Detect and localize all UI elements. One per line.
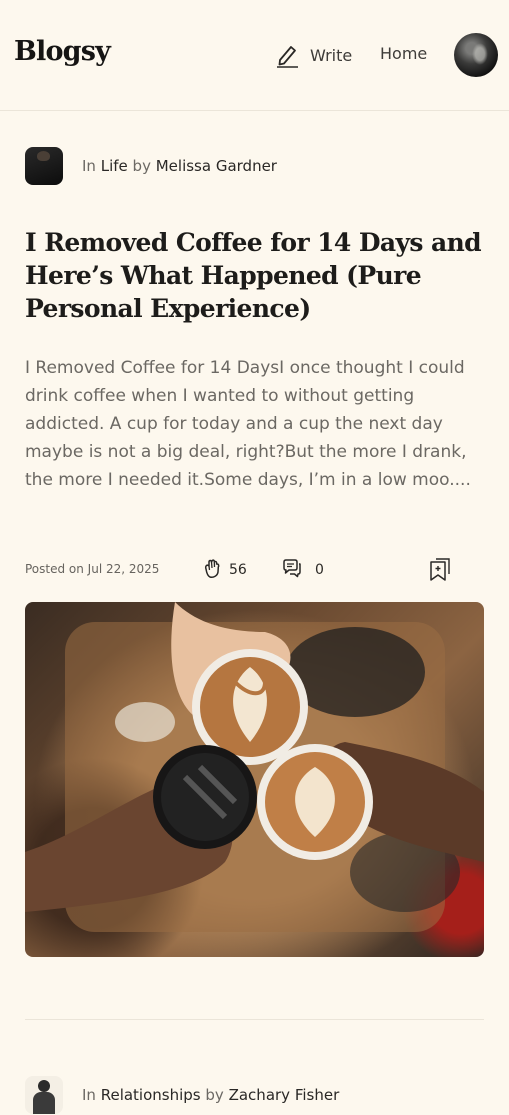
category-prefix: In	[82, 1086, 96, 1104]
clap-icon	[201, 557, 223, 583]
author-prefix: by	[205, 1086, 224, 1104]
pen-icon	[276, 42, 300, 68]
post-card: In Life by Melissa Gardner I Removed Cof…	[25, 146, 484, 976]
author-link[interactable]: Zachary Fisher	[229, 1086, 340, 1104]
post-stats: Posted on Jul 22, 2025 56 0	[25, 556, 484, 582]
clap-button[interactable]: 56	[201, 557, 247, 583]
write-button[interactable]: Write	[276, 41, 352, 69]
post-byline: In Life by Melissa Gardner	[82, 157, 277, 175]
post-meta: In Relationships by Zachary Fisher	[25, 1075, 484, 1115]
category-prefix: In	[82, 157, 96, 175]
post-byline: In Relationships by Zachary Fisher	[82, 1086, 339, 1104]
author-prefix: by	[132, 157, 151, 175]
post-meta: In Life by Melissa Gardner	[25, 146, 484, 186]
comment-button[interactable]: 0	[281, 557, 324, 583]
write-label: Write	[310, 45, 353, 65]
bookmark-add-icon	[427, 558, 453, 586]
brand-logo[interactable]: Blogsy	[14, 36, 111, 67]
post-card: In Relationships by Zachary Fisher	[25, 1075, 484, 1114]
post-divider	[25, 1019, 484, 1020]
home-link[interactable]: Home	[380, 44, 427, 63]
top-nav: Blogsy Write Home	[0, 0, 509, 111]
category-link[interactable]: Life	[101, 157, 128, 175]
user-avatar[interactable]	[454, 33, 498, 77]
post-title[interactable]: I Removed Coffee for 14 Days and Here’s …	[25, 226, 484, 325]
author-avatar[interactable]	[25, 1076, 63, 1114]
clap-count: 56	[229, 562, 247, 578]
category-link[interactable]: Relationships	[101, 1086, 201, 1104]
bookmark-button[interactable]	[427, 556, 453, 586]
author-link[interactable]: Melissa Gardner	[156, 157, 277, 175]
author-avatar[interactable]	[25, 147, 63, 185]
post-date: Posted on Jul 22, 2025	[25, 562, 160, 576]
post-excerpt: I Removed Coffee for 14 DaysI once thoug…	[25, 358, 471, 490]
coffee-cups-toast-photo	[25, 602, 484, 932]
comment-icon	[281, 557, 303, 583]
post-cover-image[interactable]	[25, 602, 484, 957]
comment-count: 0	[315, 562, 324, 578]
